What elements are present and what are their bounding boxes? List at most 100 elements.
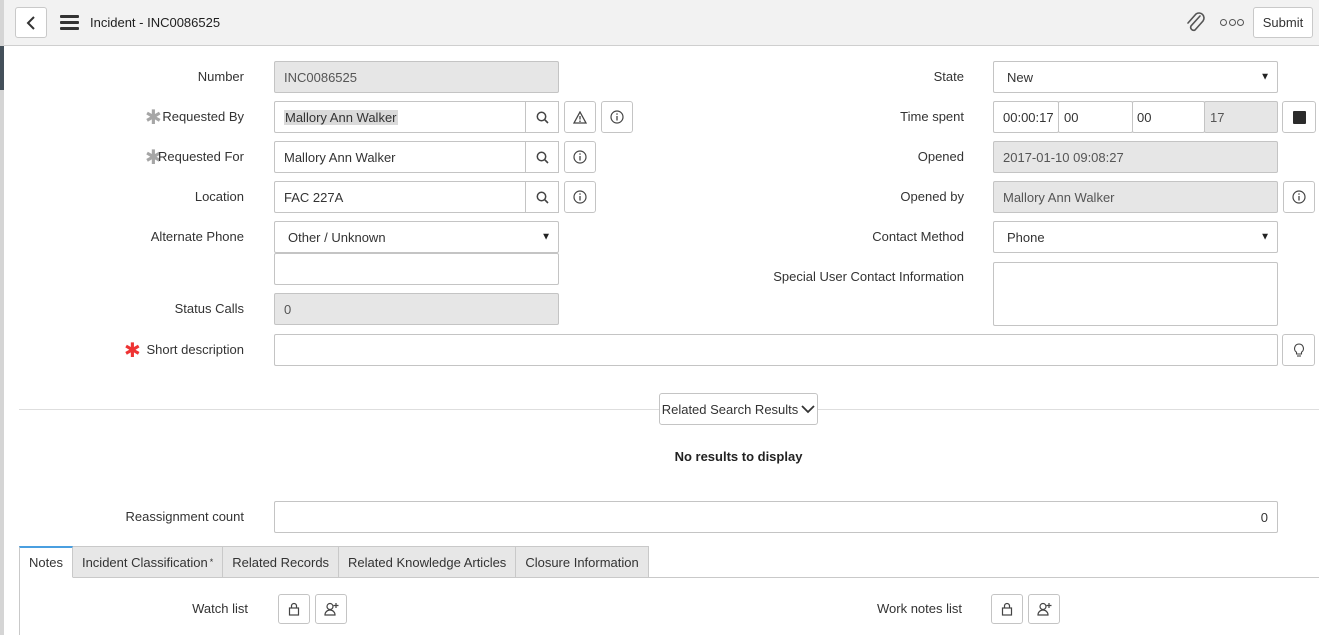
state-value: New (1007, 69, 1034, 85)
time-spent-hours-input[interactable]: 00 (1058, 101, 1133, 133)
left-edge-strip (0, 0, 4, 635)
page-title: Incident - INC0086525 (90, 15, 221, 30)
requested-by-warning-button[interactable] (564, 101, 596, 133)
opened-field: 2017-01-10 09:08:27 (993, 141, 1278, 173)
back-button[interactable] (15, 7, 47, 38)
short-description-label: Short description (146, 342, 244, 357)
opened-by-info-button[interactable] (1283, 181, 1315, 213)
time-spent-seconds-value: 17 (1210, 109, 1225, 125)
search-icon (536, 111, 549, 124)
alternate-phone-label: Alternate Phone (150, 229, 244, 244)
caret-down-icon: ▼ (1260, 231, 1270, 243)
contact-method-select[interactable]: Phone ▼ (993, 221, 1278, 253)
contact-method-value: Phone (1007, 229, 1045, 245)
search-icon (536, 191, 549, 204)
caret-down-icon: ▼ (541, 231, 551, 243)
mandatory-marker: * (209, 557, 214, 567)
submit-button[interactable]: Submit (1253, 7, 1313, 38)
watch-list-add-me-button[interactable] (315, 594, 347, 624)
tab-notes[interactable]: Notes (19, 546, 73, 578)
lightbulb-icon (1293, 342, 1304, 357)
paperclip-icon[interactable] (1184, 12, 1208, 34)
tab-related-knowledge-articles[interactable]: Related Knowledge Articles (339, 546, 517, 578)
form-header: Incident - INC0086525 Submit (4, 0, 1319, 46)
work-notes-list-label: Work notes list (876, 601, 962, 616)
time-spent-seconds-field: 17 (1204, 101, 1278, 133)
more-options-icon[interactable] (1220, 19, 1244, 27)
search-icon (536, 151, 549, 164)
section-tabs: Notes Incident Classification * Related R… (19, 546, 649, 578)
reassignment-count-input[interactable]: 0 (274, 501, 1278, 533)
tab-label: Closure Information (525, 554, 639, 570)
location-input[interactable]: FAC 227A (274, 181, 527, 213)
related-search-results-button[interactable]: Related Search Results (659, 393, 818, 425)
reassignment-count-value: 0 (1260, 509, 1268, 525)
tab-label: Related Records (232, 554, 330, 570)
status-calls-label: Status Calls (174, 301, 244, 316)
info-icon (573, 150, 587, 164)
tabs-baseline (617, 577, 1319, 578)
mandatory-marker: ✱ (145, 107, 162, 129)
requested-by-lookup-button[interactable] (525, 101, 559, 133)
warning-icon (573, 110, 587, 124)
requested-for-lookup-button[interactable] (525, 141, 559, 173)
requested-by-input[interactable]: Mallory Ann Walker (274, 101, 527, 133)
requested-by-label: Requested By (162, 109, 244, 124)
number-label: Number (197, 69, 244, 84)
add-me-icon (1036, 602, 1051, 616)
watch-list-label: Watch list (192, 601, 248, 616)
work-notes-add-me-button[interactable] (1028, 594, 1060, 624)
caret-down-icon: ▼ (1260, 71, 1270, 83)
number-value: INC0086525 (284, 69, 357, 85)
requested-for-input[interactable]: Mallory Ann Walker (274, 141, 527, 173)
time-spent-label: Time spent (900, 109, 964, 124)
status-calls-value: 0 (284, 301, 292, 317)
opened-label: Opened (917, 149, 964, 164)
time-spent-total-value: 00:00:17 (1003, 109, 1054, 125)
short-description-input[interactable] (274, 334, 1278, 366)
alternate-phone-select[interactable]: Other / Unknown ▼ (274, 221, 559, 253)
requested-for-value: Mallory Ann Walker (284, 149, 396, 165)
time-spent-hours-value: 00 (1064, 109, 1079, 125)
alternate-phone-value: Other / Unknown (288, 229, 386, 245)
time-spent-minutes-input[interactable]: 00 (1132, 101, 1205, 133)
location-info-button[interactable] (564, 181, 596, 213)
tab-closure-information[interactable]: Closure Information (516, 546, 649, 578)
opened-value: 2017-01-10 09:08:27 (1003, 149, 1124, 165)
no-results-text: No results to display (674, 449, 803, 464)
location-lookup-button[interactable] (525, 181, 559, 213)
tab-label: Incident Classification (81, 554, 208, 570)
tab-label: Related Knowledge Articles (348, 554, 507, 570)
related-search-results-label: Related Search Results (661, 401, 799, 417)
opened-by-label: Opened by (900, 189, 964, 204)
lock-icon (288, 602, 300, 616)
requested-by-info-button[interactable] (601, 101, 633, 133)
timer-stop-button[interactable] (1282, 101, 1316, 133)
time-spent-total: 00:00:17 (993, 101, 1059, 133)
reassignment-count-label: Reassignment count (125, 509, 244, 524)
time-spent-minutes-value: 00 (1137, 109, 1152, 125)
status-calls-field: 0 (274, 293, 559, 325)
state-select[interactable]: New ▼ (993, 61, 1278, 93)
chevron-down-icon (801, 404, 815, 413)
special-contact-textarea[interactable] (993, 262, 1278, 326)
panel-border (19, 577, 20, 635)
alternate-phone-number-input[interactable] (274, 253, 559, 285)
stop-icon (1292, 110, 1306, 124)
requested-for-info-button[interactable] (564, 141, 596, 173)
short-description-suggestion-button[interactable] (1282, 334, 1315, 366)
tab-incident-classification[interactable]: Incident Classification * (72, 546, 224, 578)
tab-related-records[interactable]: Related Records (223, 546, 340, 578)
work-notes-unlock-button[interactable] (991, 594, 1023, 624)
requested-by-value: Mallory Ann Walker (284, 109, 398, 125)
info-icon (610, 110, 624, 124)
info-icon (573, 190, 587, 204)
special-contact-label: Special User Contact Information (773, 269, 964, 284)
location-value: FAC 227A (284, 189, 344, 205)
chevron-left-icon (26, 15, 35, 30)
contact-method-label: Contact Method (872, 229, 964, 244)
hamburger-icon[interactable] (60, 15, 79, 30)
watch-list-unlock-button[interactable] (278, 594, 310, 624)
location-label: Location (194, 189, 244, 204)
mandatory-marker: ✱ (124, 340, 141, 362)
